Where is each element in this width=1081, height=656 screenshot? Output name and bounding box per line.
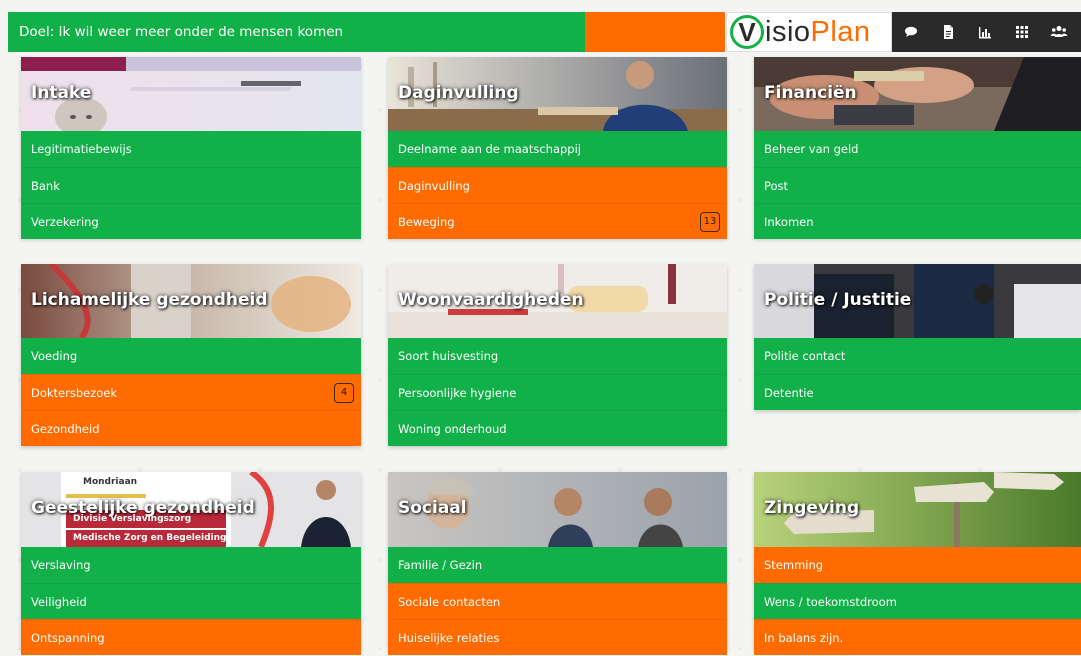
bar-chart-icon[interactable]: [975, 22, 995, 42]
sociaal-image: Sociaal: [388, 472, 727, 547]
header-accent-band: [585, 12, 725, 52]
header-icon-bar: [892, 12, 1081, 52]
card-title: Zingeving: [764, 498, 860, 518]
item-voeding[interactable]: Voeding: [21, 338, 361, 374]
logo-text-a: isio: [765, 16, 811, 48]
item-doktersbezoek[interactable]: Doktersbezoek 4: [21, 374, 361, 410]
item-label: Doktersbezoek: [31, 386, 118, 400]
item-verslaving[interactable]: Verslaving: [21, 547, 361, 583]
zingeving-image: Zingeving: [754, 472, 1081, 547]
item-deelname-maatschappij[interactable]: Deelname aan de maatschappij: [388, 131, 727, 167]
logo-v-mark: V: [730, 15, 764, 49]
card-items: Politie contact Detentie: [754, 338, 1081, 410]
count-badge: 4: [334, 383, 354, 403]
item-beheer-van-geld[interactable]: Beheer van geld: [754, 131, 1081, 167]
item-verzekering[interactable]: Verzekering: [21, 203, 361, 239]
item-post[interactable]: Post: [754, 167, 1081, 203]
item-inkomen[interactable]: Inkomen: [754, 203, 1081, 239]
sign-line-3: Medische Zorg en Begeleiding: [73, 533, 227, 543]
card-title: Intake: [31, 83, 92, 103]
card-items: Familie / Gezin Sociale contacten Huisel…: [388, 547, 727, 655]
grid-icon[interactable]: [1012, 22, 1032, 42]
card-zingeving: Zingeving Stemming Wens / toekomstdroom …: [754, 472, 1081, 655]
card-items: Legitimatiebewijs Bank Verzekering: [21, 131, 361, 239]
card-title: Lichamelijke gezondheid: [31, 290, 268, 310]
card-items: Voeding Doktersbezoek 4 Gezondheid: [21, 338, 361, 446]
card-sociaal: Sociaal Familie / Gezin Sociale contacte…: [388, 472, 727, 655]
sign-line-2: Divisie Verslavingszorg: [73, 514, 192, 524]
card-lichamelijke-gezondheid: Lichamelijke gezondheid Voeding Doktersb…: [21, 264, 361, 446]
item-beweging[interactable]: Beweging 13: [388, 203, 727, 239]
card-title: Daginvulling: [398, 83, 519, 103]
item-label: Beweging: [398, 215, 455, 229]
item-wens-toekomstdroom[interactable]: Wens / toekomstdroom: [754, 583, 1081, 619]
item-soort-huisvesting[interactable]: Soort huisvesting: [388, 338, 727, 374]
top-bar: Doel: Ik wil weer meer onder de mensen k…: [8, 12, 1081, 52]
card-politie-justitie: Politie / Justitie Politie contact Deten…: [754, 264, 1081, 410]
visioplan-logo[interactable]: V isioPlan: [726, 12, 892, 52]
card-items: Beheer van geld Post Inkomen: [754, 131, 1081, 239]
intake-image: Intake: [21, 57, 361, 131]
item-sociale-contacten[interactable]: Sociale contacten: [388, 583, 727, 619]
geestelijke-image: Geestelijke gezondheid Mondriaan Divisie…: [21, 472, 361, 547]
count-badge: 13: [700, 212, 720, 232]
item-legitimatiebewijs[interactable]: Legitimatiebewijs: [21, 131, 361, 167]
card-geestelijke-gezondheid: Geestelijke gezondheid Mondriaan Divisie…: [21, 472, 361, 655]
logo-wordmark: isioPlan: [765, 14, 871, 50]
politie-image: Politie / Justitie: [754, 264, 1081, 338]
card-title: Woonvaardigheden: [398, 290, 584, 310]
woonvaardigheden-image: Woonvaardigheden: [388, 264, 727, 338]
chat-icon[interactable]: [901, 22, 921, 42]
users-icon[interactable]: [1049, 22, 1069, 42]
lichamelijke-image: Lichamelijke gezondheid: [21, 264, 361, 338]
card-title: Politie / Justitie: [764, 290, 912, 310]
item-gezondheid[interactable]: Gezondheid: [21, 410, 361, 446]
document-icon[interactable]: [938, 22, 958, 42]
card-items: Verslaving Veiligheid Ontspanning: [21, 547, 361, 655]
card-daginvulling: Daginvulling Deelname aan de maatschappi…: [388, 57, 727, 239]
sign-line-1: Mondriaan: [83, 477, 138, 487]
card-items: Deelname aan de maatschappij Daginvullin…: [388, 131, 727, 239]
daginvulling-image: Daginvulling: [388, 57, 727, 131]
item-familie-gezin[interactable]: Familie / Gezin: [388, 547, 727, 583]
logo-text-b: Plan: [810, 16, 871, 48]
item-veiligheid[interactable]: Veiligheid: [21, 583, 361, 619]
item-stemming[interactable]: Stemming: [754, 547, 1081, 583]
card-title: Sociaal: [398, 498, 467, 518]
goal-text: Doel: Ik wil weer meer onder de mensen k…: [8, 12, 585, 52]
item-politie-contact[interactable]: Politie contact: [754, 338, 1081, 374]
card-items: Stemming Wens / toekomstdroom In balans …: [754, 547, 1081, 655]
item-detentie[interactable]: Detentie: [754, 374, 1081, 410]
item-daginvulling[interactable]: Daginvulling: [388, 167, 727, 203]
card-intake: Intake Legitimatiebewijs Bank Verzekerin…: [21, 57, 361, 239]
card-items: Soort huisvesting Persoonlijke hygiene W…: [388, 338, 727, 446]
item-persoonlijke-hygiene[interactable]: Persoonlijke hygiene: [388, 374, 727, 410]
card-title: Financiën: [764, 83, 857, 103]
item-woning-onderhoud[interactable]: Woning onderhoud: [388, 410, 727, 446]
item-bank[interactable]: Bank: [21, 167, 361, 203]
financien-image: Financiën: [754, 57, 1081, 131]
card-woonvaardigheden: Woonvaardigheden Soort huisvesting Perso…: [388, 264, 727, 446]
card-financien: Financiën Beheer van geld Post Inkomen: [754, 57, 1081, 239]
